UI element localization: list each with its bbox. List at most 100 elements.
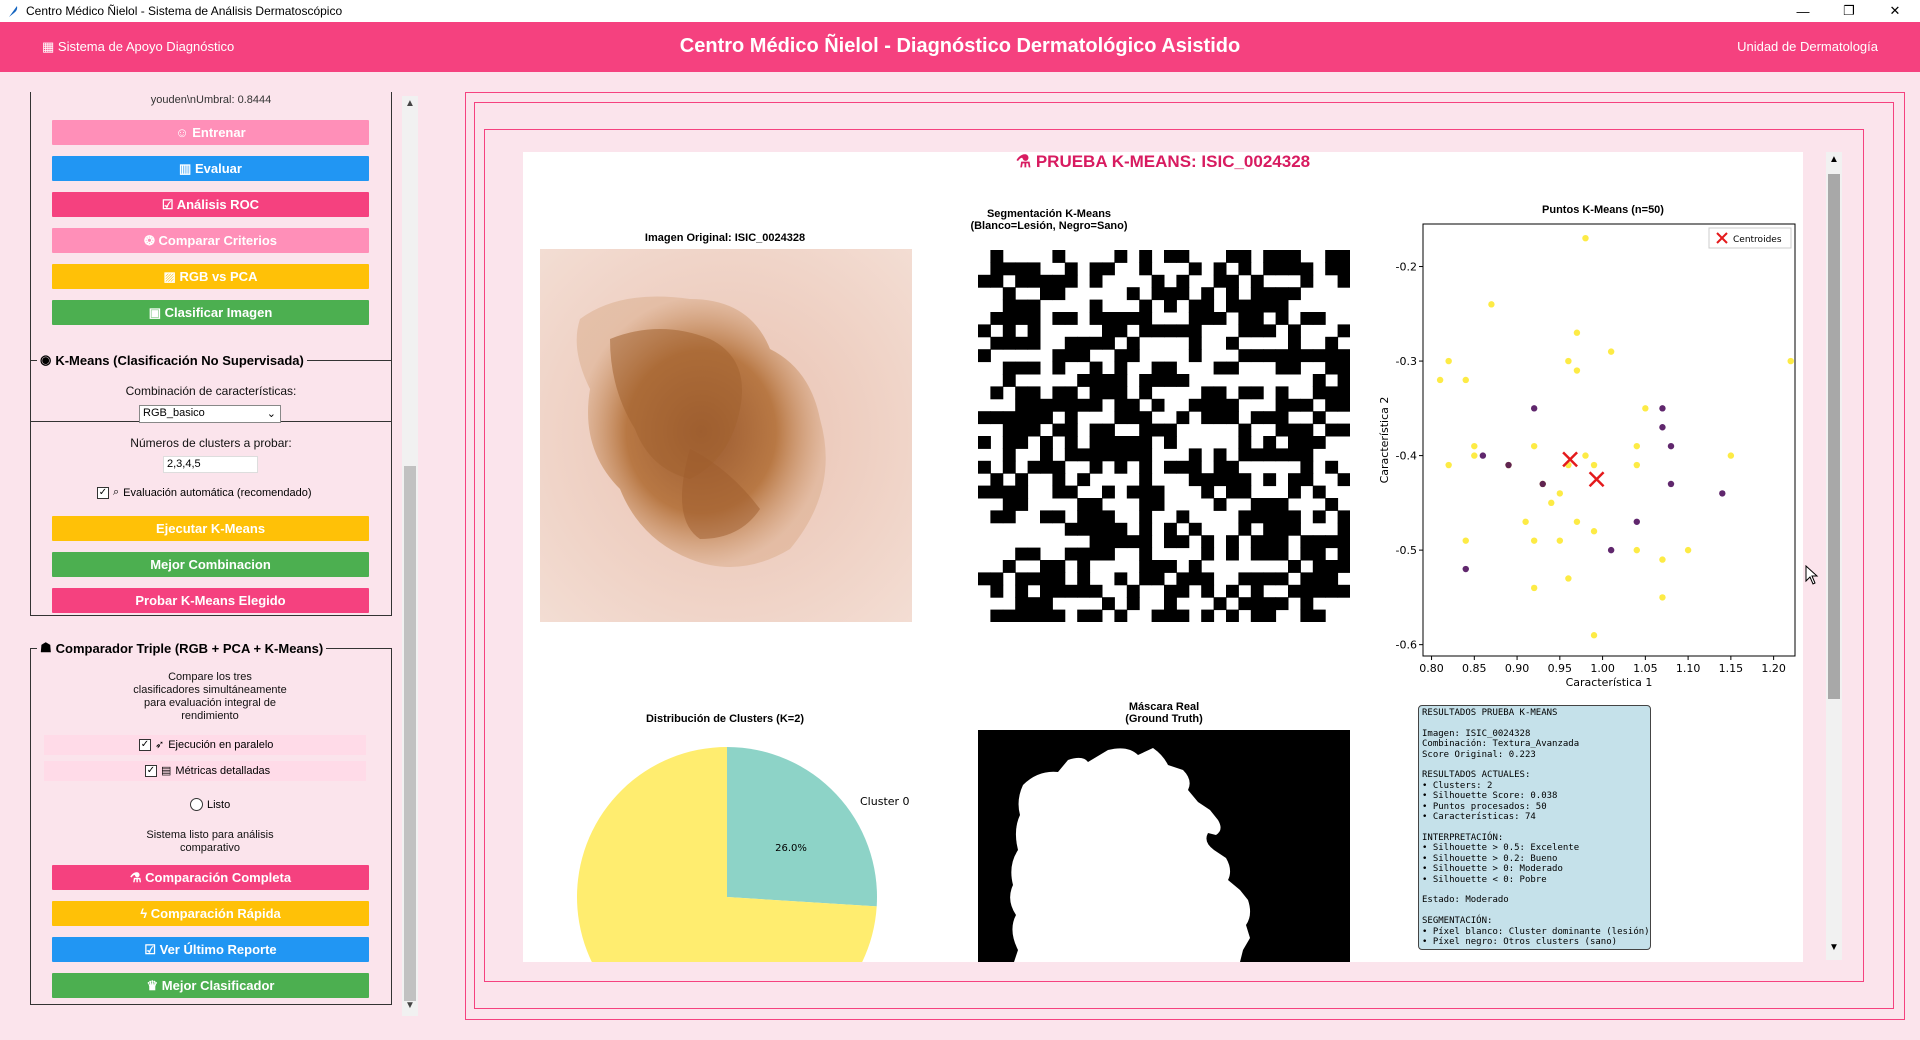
segmentation-pixel xyxy=(1226,485,1239,499)
classify-image-button[interactable]: ▣ Clasificar Imagen xyxy=(52,300,369,325)
segmentation-pixel xyxy=(1250,312,1264,325)
segmentation-pixel xyxy=(1151,361,1165,375)
best-combination-button[interactable]: Mejor Combinacion xyxy=(52,552,369,577)
segmentation-pixel xyxy=(1151,572,1165,586)
figure-title-text: PRUEBA K-MEANS: ISIC_0024328 xyxy=(1035,152,1311,171)
minimize-button[interactable]: — xyxy=(1780,0,1826,22)
scroll-up-icon[interactable]: ▲ xyxy=(1826,154,1842,165)
segmentation-pixel xyxy=(1114,522,1128,536)
segmentation-pixel xyxy=(1176,250,1190,263)
globe-icon: ◉ xyxy=(40,352,52,367)
segmentation-pixel xyxy=(1077,448,1091,462)
segmentation-pixel xyxy=(1064,336,1078,350)
metrics-checkbox-row[interactable]: ✓ ▤ Métricas detalladas xyxy=(145,764,270,777)
segmentation-pixel xyxy=(1201,299,1215,313)
rgb-vs-pca-button[interactable]: ▨ RGB vs PCA xyxy=(52,264,369,289)
evaluate-button[interactable]: ▥ Evaluar xyxy=(52,156,369,181)
scroll-down-icon[interactable]: ▼ xyxy=(1826,942,1842,953)
segmentation-pixel xyxy=(978,349,991,363)
segmentation-pixel xyxy=(1300,262,1314,276)
run-kmeans-button[interactable]: Ejecutar K-Means xyxy=(52,516,369,541)
segmentation-pixel xyxy=(1300,473,1314,487)
segmentation-pixel xyxy=(1312,535,1326,549)
scroll-up-icon[interactable]: ▲ xyxy=(402,98,418,114)
scroll-down-icon[interactable]: ▼ xyxy=(402,1000,418,1016)
segmentation-pixel xyxy=(1015,398,1029,412)
segmentation-pixel xyxy=(1263,547,1277,561)
segmentation-pixel xyxy=(1300,349,1314,363)
scatter-point xyxy=(1436,376,1444,384)
segmentation-pixel xyxy=(1027,423,1041,437)
sidebar-scroll-thumb[interactable] xyxy=(404,466,416,1001)
magnifier-icon: ⌕ xyxy=(113,486,120,498)
segmentation-pixel xyxy=(1275,572,1289,586)
segmentation-pixel xyxy=(1300,423,1314,437)
full-comparison-button[interactable]: ⚗ Comparación Completa xyxy=(52,865,369,890)
scatter-point xyxy=(1530,584,1538,592)
segmentation-pixel xyxy=(1288,436,1301,449)
segmentation-pixel xyxy=(1077,522,1091,536)
segmentation-pixel xyxy=(1064,522,1078,536)
clusters-input[interactable]: 2,3,4,5 xyxy=(163,456,258,473)
segmentation-pixel xyxy=(1052,584,1066,598)
segmentation-pixel xyxy=(1213,361,1227,375)
segmentation-pixel xyxy=(1238,423,1252,437)
train-button[interactable]: ☺ Entrenar xyxy=(52,120,369,145)
figure-scrollbar[interactable]: ▲ ▼ xyxy=(1826,152,1842,960)
compare-criteria-button[interactable]: ❂ Comparar Criterios xyxy=(52,228,369,253)
desc-line: Compare los tres xyxy=(168,671,252,683)
close-button[interactable]: ✕ xyxy=(1872,0,1918,22)
roc-button[interactable]: ☑ Análisis ROC xyxy=(52,192,369,217)
auto-eval-checkbox-row[interactable]: ✓ ⌕ Evaluación automática (recomendado) xyxy=(97,486,312,499)
segmentation-pixel xyxy=(1226,361,1239,375)
segmentation-pixel xyxy=(1002,287,1016,301)
segmentation-pixel xyxy=(1337,398,1350,412)
segmentation-pixel xyxy=(1238,485,1252,499)
segmentation-pixel xyxy=(1275,597,1289,611)
segmentation-pixel xyxy=(1300,448,1314,462)
segmentation-pixel xyxy=(1188,473,1202,487)
segmentation-pixel xyxy=(1114,398,1128,412)
metrics-checkbox[interactable]: ✓ xyxy=(145,764,157,777)
rocket-icon: ➶ xyxy=(155,739,165,751)
segmentation-pixel xyxy=(1176,609,1190,622)
segmentation-pixel xyxy=(1164,287,1177,301)
segmentation-pixel xyxy=(1089,274,1103,288)
segmentation-pixel xyxy=(1064,448,1078,462)
segmentation-pixel xyxy=(1213,597,1227,611)
auto-eval-checkbox[interactable]: ✓ xyxy=(97,486,109,499)
segmentation-pixel xyxy=(990,584,1004,598)
last-report-button[interactable]: ☑ Ver Último Reporte xyxy=(52,937,369,962)
test-kmeans-button[interactable]: Probar K-Means Elegido xyxy=(52,588,369,613)
mask-title-line2: (Ground Truth) xyxy=(1125,713,1203,725)
segmentation-pixel xyxy=(990,411,1004,425)
combination-select[interactable]: RGB_basico ⌄ xyxy=(139,405,281,423)
restore-button[interactable]: ❐ xyxy=(1826,0,1872,22)
segmentation-pixel xyxy=(1312,510,1326,524)
parallel-checkbox-row[interactable]: ✓ ➶ Ejecución en paralelo xyxy=(139,738,273,751)
segmentation-pixel xyxy=(1263,535,1277,549)
segmentation-pixel xyxy=(1263,262,1277,276)
scatter-point xyxy=(1556,490,1564,497)
segmentation-pixel xyxy=(1250,274,1264,288)
segmentation-pixel xyxy=(1275,411,1289,425)
sidebar-scrollbar[interactable]: ▲ ▼ xyxy=(402,96,418,1016)
segmentation-pixel xyxy=(1164,374,1177,387)
scatter-point xyxy=(1530,537,1538,544)
segmentation-pixel xyxy=(1089,547,1103,561)
segmentation-pixel xyxy=(990,262,1004,276)
scatter-axes xyxy=(1422,223,1796,657)
quick-comparison-button[interactable]: ϟ Comparación Rápida xyxy=(52,901,369,926)
segmentation-pixel xyxy=(1337,560,1350,573)
figure-scroll-thumb[interactable] xyxy=(1828,174,1840,699)
best-classifier-button[interactable]: ♛ Mejor Clasificador xyxy=(52,973,369,998)
segmentation-pixel xyxy=(1188,299,1202,313)
segmentation-pixel xyxy=(1213,411,1227,425)
header-right: Unidad de Dermatología xyxy=(1737,39,1878,54)
segmentation-pixel xyxy=(1250,609,1264,622)
segmentation-pixel xyxy=(1114,572,1128,586)
segmentation-pixel xyxy=(1052,386,1066,400)
segmentation-pixel xyxy=(1250,448,1264,462)
parallel-checkbox[interactable]: ✓ xyxy=(139,738,151,751)
pie-title: Distribución de Clusters (K=2) xyxy=(645,713,804,725)
